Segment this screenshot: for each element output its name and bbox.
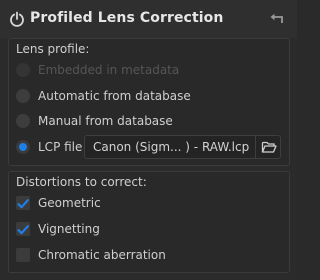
radio-button[interactable] <box>16 89 30 103</box>
reset-icon[interactable] <box>269 11 285 27</box>
panel-title: Profiled Lens Correction <box>30 10 224 26</box>
radio-label: Manual from database <box>38 114 173 128</box>
profiled-lens-correction-panel: Profiled Lens Correction Lens profile: E… <box>0 0 297 280</box>
lcp-file-value: Canon (Sigm... ) - RAW.lcp <box>93 140 250 154</box>
checkbox-label: Vignetting <box>38 222 100 236</box>
radio-manual-database[interactable]: Manual from database <box>16 112 173 130</box>
checkbox-geometric[interactable]: Geometric <box>16 194 101 212</box>
checkbox[interactable] <box>16 196 30 210</box>
radio-lcp-file[interactable]: LCP file <box>16 138 82 156</box>
checkbox-label: Geometric <box>38 196 101 210</box>
radio-label: Automatic from database <box>38 89 191 103</box>
radio-label: LCP file <box>38 140 83 154</box>
checkbox-label: Chromatic aberration <box>38 248 166 262</box>
panel-header: Profiled Lens Correction <box>0 0 297 38</box>
power-icon[interactable] <box>9 11 25 27</box>
checkmark-icon <box>17 199 29 209</box>
lcp-file-field[interactable]: Canon (Sigm... ) - RAW.lcp <box>84 135 281 159</box>
radio-button[interactable] <box>16 114 30 128</box>
checkbox[interactable] <box>16 248 30 262</box>
checkbox-chromatic-aberration[interactable]: Chromatic aberration <box>16 246 166 264</box>
checkbox[interactable] <box>16 222 30 236</box>
radio-button[interactable] <box>16 140 30 154</box>
radio-label: Embedded in metadata <box>38 63 180 77</box>
lens-profile-group: Lens profile: Embedded in metadata Autom… <box>8 38 290 166</box>
radio-automatic-database[interactable]: Automatic from database <box>16 87 191 105</box>
lens-profile-label: Lens profile: <box>16 42 90 56</box>
distortions-label: Distortions to correct: <box>16 175 147 189</box>
radio-button[interactable] <box>16 63 30 77</box>
distortions-group: Distortions to correct: Geometric Vignet… <box>8 171 290 273</box>
divider <box>255 136 256 158</box>
checkmark-icon <box>17 225 29 235</box>
folder-open-icon[interactable] <box>261 139 277 155</box>
radio-embedded-metadata[interactable]: Embedded in metadata <box>16 61 179 79</box>
checkbox-vignetting[interactable]: Vignetting <box>16 220 100 238</box>
